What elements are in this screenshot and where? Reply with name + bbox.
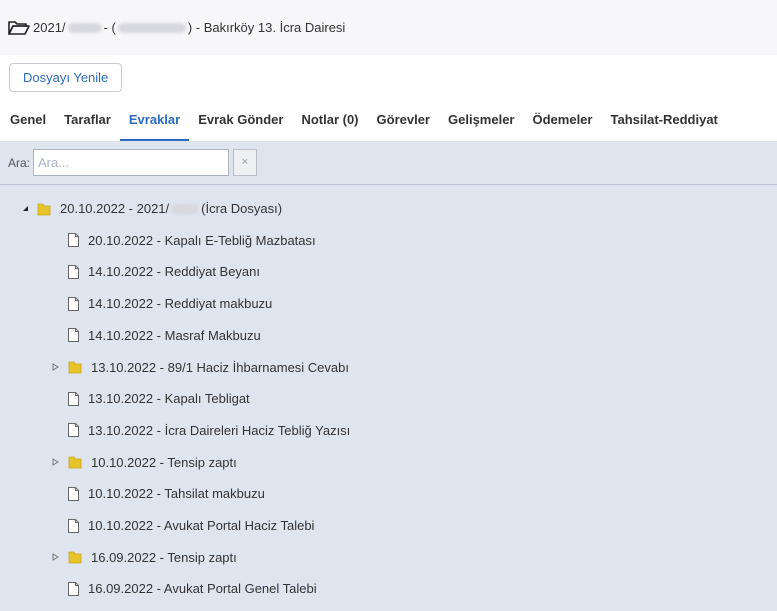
tree-node-label: 14.10.2022 - Reddiyat Beyanı [88, 264, 261, 280]
expand-arrow-icon[interactable] [50, 552, 60, 562]
tree-node-label: 13.10.2022 - 89/1 Haciz İhbarnamesi Ceva… [91, 359, 349, 375]
tree-file-node[interactable]: 10.10.2022 - Avukat Portal Haciz Talebi [50, 510, 314, 541]
tree-file-node[interactable]: 14.10.2022 - Reddiyat makbuzu [50, 288, 272, 319]
tree-node-label: 13.10.2022 - İcra Daireleri Haciz Tebliğ… [88, 422, 351, 438]
search-input[interactable] [33, 149, 230, 176]
tree-folder-node[interactable]: 10.10.2022 - Tensip zaptı [50, 447, 237, 478]
tree-node-label: 10.10.2022 - Tahsilat makbuzu [88, 486, 265, 502]
redacted-party [117, 22, 186, 33]
document-icon [68, 391, 88, 406]
tree-folder-node[interactable]: 13.10.2022 - 89/1 Haciz İhbarnamesi Ceva… [50, 352, 349, 383]
tab-5[interactable]: Görevler [368, 100, 439, 141]
documents-panel: Ara: × 20.10.2022 - 2021/ (İcra Dosyası)… [0, 141, 777, 611]
tree-file-node[interactable]: 20.10.2022 - Kapalı E-Tebliğ Mazbatası [50, 225, 316, 256]
title-separator: - ( [103, 20, 116, 35]
refresh-file-button[interactable]: Dosyayı Yenile [9, 63, 123, 92]
document-icon [68, 296, 88, 311]
tree-file-node[interactable]: 14.10.2022 - Reddiyat Beyanı [50, 256, 260, 287]
tab-2[interactable]: Evraklar [119, 100, 190, 141]
folder-icon [68, 550, 91, 564]
search-bar: Ara: × [0, 141, 777, 185]
toolbar: Dosyayı Yenile [9, 63, 123, 92]
tree-file-node[interactable]: 10.10.2022 - Tahsilat makbuzu [50, 478, 265, 509]
search-label: Ara: [8, 155, 31, 170]
redacted-file-number [67, 22, 102, 33]
tab-0[interactable]: Genel [0, 100, 55, 141]
expand-arrow-icon[interactable] [50, 457, 60, 467]
tree-node-label: 13.10.2022 - Kapalı Tebligat [88, 391, 250, 407]
tree-file-node[interactable]: 13.10.2022 - Kapalı Tebligat [50, 383, 250, 414]
tree-root-label: 20.10.2022 - 2021/ [60, 201, 170, 216]
tab-6[interactable]: Gelişmeler [439, 100, 524, 141]
tree-node-label: 20.10.2022 - Kapalı E-Tebliğ Mazbatası [88, 232, 316, 248]
tree-file-node[interactable]: 16.09.2022 - Avukat Portal Genel Talebi [50, 573, 317, 604]
tree-node-label: 14.10.2022 - Masraf Makbuzu [88, 327, 261, 343]
court-name: ) - Bakırköy 13. İcra Dairesi [187, 20, 346, 35]
folder-icon [68, 360, 91, 374]
document-icon [68, 423, 88, 438]
document-icon [68, 264, 88, 279]
tree-node-label: 14.10.2022 - Reddiyat makbuzu [88, 296, 273, 312]
collapse-arrow-icon[interactable] [20, 204, 30, 214]
document-icon [68, 486, 88, 501]
tab-7[interactable]: Ödemeler [524, 100, 602, 141]
tree-folder-node[interactable]: 16.09.2022 - Tensip zaptı [50, 542, 237, 573]
tree-node-label: 10.10.2022 - Tensip zaptı [91, 454, 237, 470]
document-icon [68, 328, 88, 343]
redacted-file-number [171, 203, 200, 214]
document-icon [68, 233, 88, 248]
tree-node-label: 16.09.2022 - Avukat Portal Genel Talebi [88, 581, 317, 597]
tab-8[interactable]: Tahsilat-Reddiyat [601, 100, 726, 141]
file-year: 2021/ [33, 20, 66, 35]
folder-open-icon [8, 20, 30, 35]
tab-bar: Genel Taraflar Evraklar Evrak Gönder Notlar … [0, 100, 777, 141]
tree-file-node[interactable]: 14.10.2022 - Masraf Makbuzu [50, 320, 261, 351]
document-icon [68, 518, 88, 533]
file-title-bar: 2021/ - ( ) - Bakırköy 13. İcra Dairesi [0, 0, 777, 55]
tab-4[interactable]: Notlar (0) [292, 100, 367, 141]
tree-root-node[interactable]: 20.10.2022 - 2021/ (İcra Dosyası) [20, 193, 282, 224]
tree-node-label: 10.10.2022 - Avukat Portal Haciz Talebi [88, 518, 315, 533]
tab-3[interactable]: Evrak Gönder [189, 100, 292, 141]
tree-file-node[interactable]: 13.10.2022 - İcra Daireleri Haciz Tebliğ… [50, 415, 350, 446]
folder-icon [68, 455, 91, 469]
expand-arrow-icon[interactable] [50, 362, 60, 372]
clear-search-button[interactable]: × [233, 149, 258, 176]
tree-node-label: 16.09.2022 - Tensip zaptı [91, 549, 237, 565]
folder-icon [37, 203, 51, 215]
tab-1[interactable]: Taraflar [55, 100, 120, 141]
tree-root-suffix: (İcra Dosyası) [201, 201, 283, 216]
document-icon [68, 581, 88, 596]
